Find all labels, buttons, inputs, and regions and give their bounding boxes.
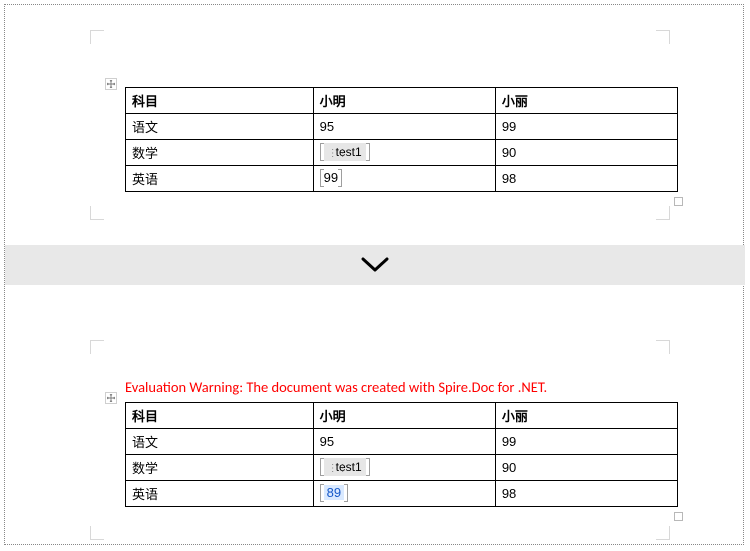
table-move-handle[interactable] xyxy=(105,392,117,404)
bookmark-end-icon xyxy=(366,458,370,476)
crop-mark-top-right xyxy=(656,30,670,44)
field-grip-icon: ⋮⋮ xyxy=(328,464,336,482)
table-header-row: 科目 小明 小丽 xyxy=(126,88,678,114)
field-grip-icon: ⋮⋮ xyxy=(328,149,336,167)
cell-xiaoming[interactable]: 95 xyxy=(313,114,495,140)
header-xiaoming: 小明 xyxy=(313,88,495,114)
table-row: 数学 ⋮⋮test1 90 xyxy=(126,140,678,166)
evaluation-warning: Evaluation Warning: The document was cre… xyxy=(125,378,547,396)
cell-xiaoli[interactable]: 99 xyxy=(495,429,677,455)
bookmark-end-icon xyxy=(366,143,370,161)
header-xiaoming: 小明 xyxy=(313,403,495,429)
document-before: 科目 小明 小丽 语文 95 99 数学 ⋮⋮test1 xyxy=(20,10,730,220)
table-row: 英语 99 98 xyxy=(126,166,678,192)
move-icon xyxy=(107,394,115,402)
score-table: 科目 小明 小丽 语文 95 99 数学 ⋮⋮test1 xyxy=(125,87,678,192)
cell-xiaoming[interactable]: 95 xyxy=(313,429,495,455)
bookmark-end-icon xyxy=(338,169,342,187)
bookmark-field-content: ⋮⋮test1 xyxy=(324,458,366,476)
bookmark-end-icon xyxy=(344,484,348,502)
cell-subject[interactable]: 数学 xyxy=(126,455,314,481)
table-row: 英语 89 98 xyxy=(126,481,678,507)
score-table: 科目 小明 小丽 语文 95 99 数学 ⋮⋮test1 xyxy=(125,402,678,507)
table-row: 语文 95 99 xyxy=(126,114,678,140)
cell-xiaoli[interactable]: 98 xyxy=(495,481,677,507)
move-icon xyxy=(107,80,115,88)
cell-xiaoli[interactable]: 99 xyxy=(495,114,677,140)
document-after: Evaluation Warning: The document was cre… xyxy=(20,320,730,540)
cell-subject[interactable]: 语文 xyxy=(126,114,314,140)
bookmark-field[interactable]: 99 xyxy=(320,169,342,187)
cell-xiaoli[interactable]: 90 xyxy=(495,455,677,481)
bookmark-field[interactable]: ⋮⋮test1 xyxy=(320,143,370,161)
cell-xiaoming-bookmark[interactable]: ⋮⋮test1 xyxy=(313,455,495,481)
chevron-down-icon xyxy=(360,256,390,274)
table-row: 语文 95 99 xyxy=(126,429,678,455)
comparison-divider xyxy=(5,245,745,285)
bookmark-value: 99 xyxy=(324,170,338,185)
cell-xiaoli[interactable]: 90 xyxy=(495,140,677,166)
header-subject: 科目 xyxy=(126,88,314,114)
crop-mark-bottom-right xyxy=(656,526,670,540)
cell-xiaoming-bookmark[interactable]: 99 xyxy=(313,166,495,192)
table-row: 数学 ⋮⋮test1 90 xyxy=(126,455,678,481)
header-xiaoli: 小丽 xyxy=(495,88,677,114)
crop-mark-top-left xyxy=(90,340,104,354)
crop-mark-top-right xyxy=(656,340,670,354)
table-move-handle[interactable] xyxy=(105,78,117,90)
table-header-row: 科目 小明 小丽 xyxy=(126,403,678,429)
crop-mark-bottom-left xyxy=(90,206,104,220)
bookmark-field[interactable]: ⋮⋮test1 xyxy=(320,458,370,476)
cell-subject[interactable]: 语文 xyxy=(126,429,314,455)
score-table-after: 科目 小明 小丽 语文 95 99 数学 ⋮⋮test1 xyxy=(125,402,678,507)
crop-mark-top-left xyxy=(90,30,104,44)
cell-xiaoming-bookmark[interactable]: ⋮⋮test1 xyxy=(313,140,495,166)
table-resize-handle[interactable] xyxy=(674,512,683,521)
cell-subject[interactable]: 数学 xyxy=(126,140,314,166)
crop-mark-bottom-left xyxy=(90,526,104,540)
cell-subject[interactable]: 英语 xyxy=(126,481,314,507)
bookmark-field[interactable]: 89 xyxy=(320,484,348,502)
crop-mark-bottom-right xyxy=(656,206,670,220)
score-table-before: 科目 小明 小丽 语文 95 99 数学 ⋮⋮test1 xyxy=(125,87,678,192)
cell-xiaoli[interactable]: 98 xyxy=(495,166,677,192)
cell-xiaoming-bookmark[interactable]: 89 xyxy=(313,481,495,507)
header-subject: 科目 xyxy=(126,403,314,429)
bookmark-value-updated: 89 xyxy=(324,485,344,500)
canvas: 科目 小明 小丽 语文 95 99 数学 ⋮⋮test1 xyxy=(0,0,750,551)
table-resize-handle[interactable] xyxy=(674,197,683,206)
bookmark-field-content: ⋮⋮test1 xyxy=(324,143,366,161)
header-xiaoli: 小丽 xyxy=(495,403,677,429)
cell-subject[interactable]: 英语 xyxy=(126,166,314,192)
